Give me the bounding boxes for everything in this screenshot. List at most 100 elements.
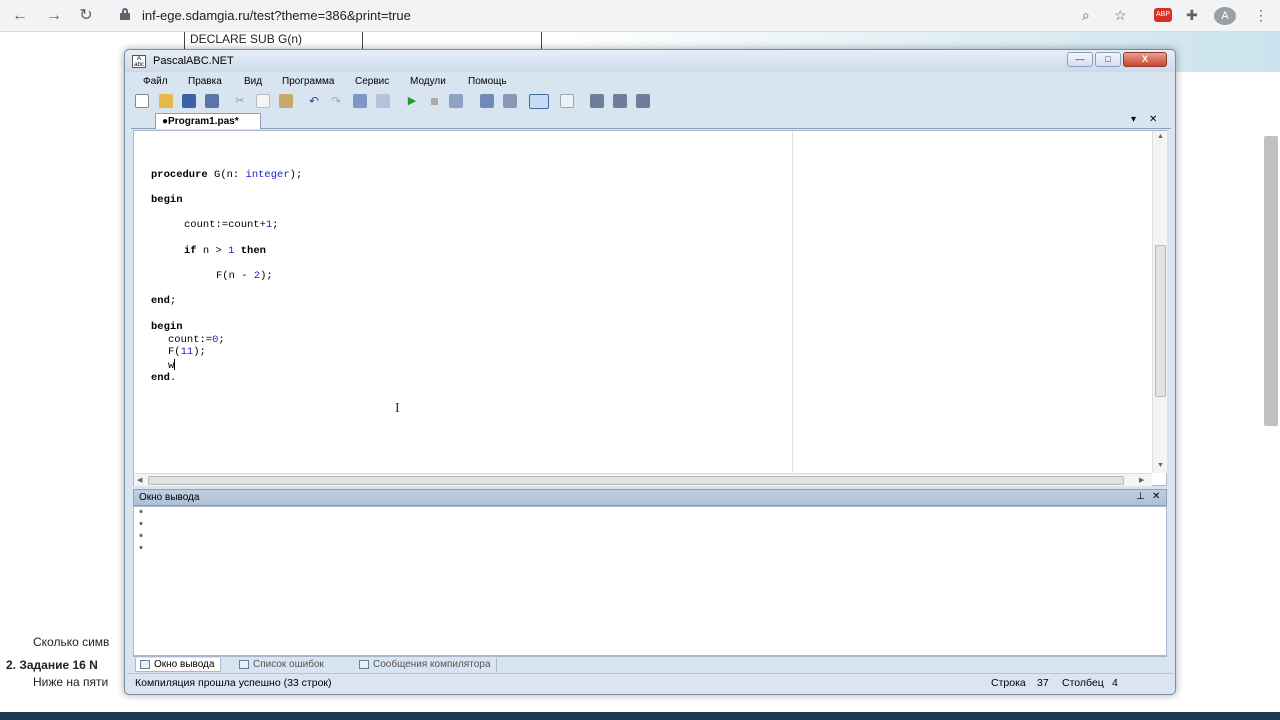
- scroll-right-icon[interactable]: ▶: [1139, 476, 1144, 484]
- toolbar: ✂ ↶ ↷ ▶: [131, 92, 1171, 112]
- tab-program1[interactable]: ●Program1.pas*: [155, 113, 261, 129]
- forward-icon[interactable]: →: [44, 6, 64, 26]
- editor-tab-strip: ●Program1.pas* ▾ ✕: [131, 112, 1171, 129]
- code-line: end;: [151, 295, 176, 307]
- bottom-tab-strip: Окно вывода Список ошибок Сообщения комп…: [133, 656, 1167, 672]
- code-line: if n > 1 then: [184, 245, 266, 257]
- output-window-icon: [140, 660, 150, 669]
- page-scrollbar[interactable]: [1264, 136, 1278, 426]
- table-cell-text: DECLARE SUB G(n): [190, 32, 303, 46]
- run-icon[interactable]: ▶: [405, 94, 419, 108]
- compile-icon[interactable]: [449, 94, 463, 108]
- status-message: Компиляция прошла успешно (33 строк): [135, 677, 332, 689]
- output-close-icon[interactable]: ✕: [1152, 491, 1160, 502]
- tab-dropdown-icon[interactable]: ▾: [1131, 114, 1136, 125]
- redo-icon[interactable]: ↷: [329, 94, 343, 108]
- scroll-left-icon[interactable]: ◀: [137, 476, 142, 484]
- zoom-icon[interactable]: ⌕: [1082, 7, 1090, 24]
- window-icon[interactable]: [560, 94, 574, 108]
- open-folder-icon[interactable]: [159, 94, 173, 108]
- stop-icon[interactable]: [427, 94, 441, 108]
- undo-icon[interactable]: ↶: [307, 94, 321, 108]
- code-line: F(n - 2);: [216, 270, 273, 282]
- copy-icon[interactable]: [256, 94, 270, 108]
- keyword: begin: [151, 321, 183, 333]
- star-icon[interactable]: ☆: [1114, 7, 1127, 24]
- back-icon[interactable]: ←: [10, 6, 30, 26]
- editor-horizontal-scrollbar[interactable]: ◀ ▶: [134, 473, 1152, 486]
- reload-icon[interactable]: ↻: [76, 6, 96, 26]
- code-text: );: [289, 169, 303, 181]
- status-bar: Компиляция прошла успешно (33 строк) Стр…: [127, 673, 1173, 692]
- scroll-up-icon[interactable]: ▲: [1157, 133, 1164, 140]
- pascalabc-window: Aabc PascalABC.NET — □ X Файл Правка Вид…: [124, 49, 1176, 695]
- line-value: 37: [1037, 677, 1049, 689]
- output-line: *: [138, 534, 145, 545]
- task-intro: Ниже на пяти: [33, 675, 109, 689]
- ibeam-cursor-icon: I: [395, 401, 400, 416]
- right-margin-guide: [792, 131, 793, 473]
- windows-taskbar: [0, 712, 1280, 720]
- adblock-extension-icon[interactable]: ABP: [1154, 8, 1172, 22]
- find-icon[interactable]: [353, 94, 367, 108]
- pin-icon[interactable]: ⊥: [1136, 491, 1145, 502]
- minimize-button[interactable]: —: [1067, 52, 1093, 67]
- url-text[interactable]: inf-ege.sdamgia.ru/test?theme=386&print=…: [142, 8, 411, 23]
- tab-close-icon[interactable]: ✕: [1149, 114, 1157, 125]
- menu-bar: Файл Правка Вид Программа Сервис Модули …: [131, 73, 1171, 91]
- settings-icon[interactable]: [636, 94, 650, 108]
- output-panel-header: Окно вывода ⊥ ✕: [133, 489, 1167, 506]
- replace-icon[interactable]: [376, 94, 390, 108]
- editor-vertical-scrollbar[interactable]: ▲ ▼: [1152, 131, 1167, 473]
- vertical-scroll-thumb[interactable]: [1155, 245, 1166, 397]
- save-icon[interactable]: [182, 94, 196, 108]
- code-line: procedure G(n: integer);: [151, 169, 302, 181]
- code-text: n >: [196, 245, 229, 257]
- address-bar[interactable]: inf-ege.sdamgia.ru/test?theme=386&print=…: [108, 4, 1108, 28]
- tab-error-list[interactable]: Список ошибок: [235, 658, 330, 672]
- avatar[interactable]: A: [1214, 7, 1236, 25]
- menu-file[interactable]: Файл: [143, 76, 168, 87]
- horizontal-scroll-thumb[interactable]: [148, 476, 1124, 485]
- title-bar[interactable]: Aabc PascalABC.NET — □ X: [125, 50, 1175, 72]
- menu-help[interactable]: Помощь: [468, 76, 507, 87]
- output-window[interactable]: * * * *: [133, 506, 1167, 656]
- code-line: count:=0;: [168, 334, 225, 346]
- menu-view[interactable]: Вид: [244, 76, 262, 87]
- save-all-icon[interactable]: [205, 94, 219, 108]
- tab-label: Окно вывода: [154, 659, 215, 670]
- cut-icon[interactable]: ✂: [233, 94, 247, 108]
- close-window-button[interactable]: X: [1123, 52, 1167, 67]
- debug-over-icon[interactable]: [503, 94, 517, 108]
- scroll-down-icon[interactable]: ▼: [1157, 462, 1164, 469]
- code-text: ;: [218, 334, 225, 346]
- code-text: ;: [169, 295, 177, 307]
- output-line: *: [138, 510, 145, 521]
- menu-modules[interactable]: Модули: [410, 76, 446, 87]
- menu-edit[interactable]: Правка: [188, 76, 222, 87]
- code-editor[interactable]: procedure G(n: integer); begin count:=co…: [133, 130, 1167, 486]
- format-icon[interactable]: [590, 94, 604, 108]
- outline-icon[interactable]: [613, 94, 627, 108]
- kebab-menu-icon[interactable]: ⋮: [1254, 7, 1268, 24]
- code-line: w: [168, 359, 176, 372]
- keyword: then: [234, 245, 266, 257]
- tab-output[interactable]: Окно вывода: [135, 658, 222, 672]
- output-line: *: [138, 546, 145, 557]
- menu-service[interactable]: Сервис: [355, 76, 389, 87]
- tab-compiler-messages[interactable]: Сообщения компилятора: [355, 658, 498, 672]
- console-icon[interactable]: [529, 94, 549, 109]
- code-text: count:=count+: [184, 219, 266, 231]
- code-text: );: [260, 270, 273, 282]
- code-line: end.: [151, 372, 176, 384]
- paste-icon[interactable]: [279, 94, 293, 108]
- maximize-button[interactable]: □: [1095, 52, 1121, 67]
- new-file-icon[interactable]: [135, 94, 149, 108]
- type-name: integer: [245, 169, 290, 181]
- task-heading: 2. Задание 16 N: [6, 658, 98, 672]
- menu-program[interactable]: Программа: [282, 76, 334, 87]
- debug-step-icon[interactable]: [480, 94, 494, 108]
- output-line: *: [138, 522, 145, 533]
- code-line: count:=count+1;: [184, 219, 279, 231]
- puzzle-icon[interactable]: ✚: [1186, 7, 1198, 24]
